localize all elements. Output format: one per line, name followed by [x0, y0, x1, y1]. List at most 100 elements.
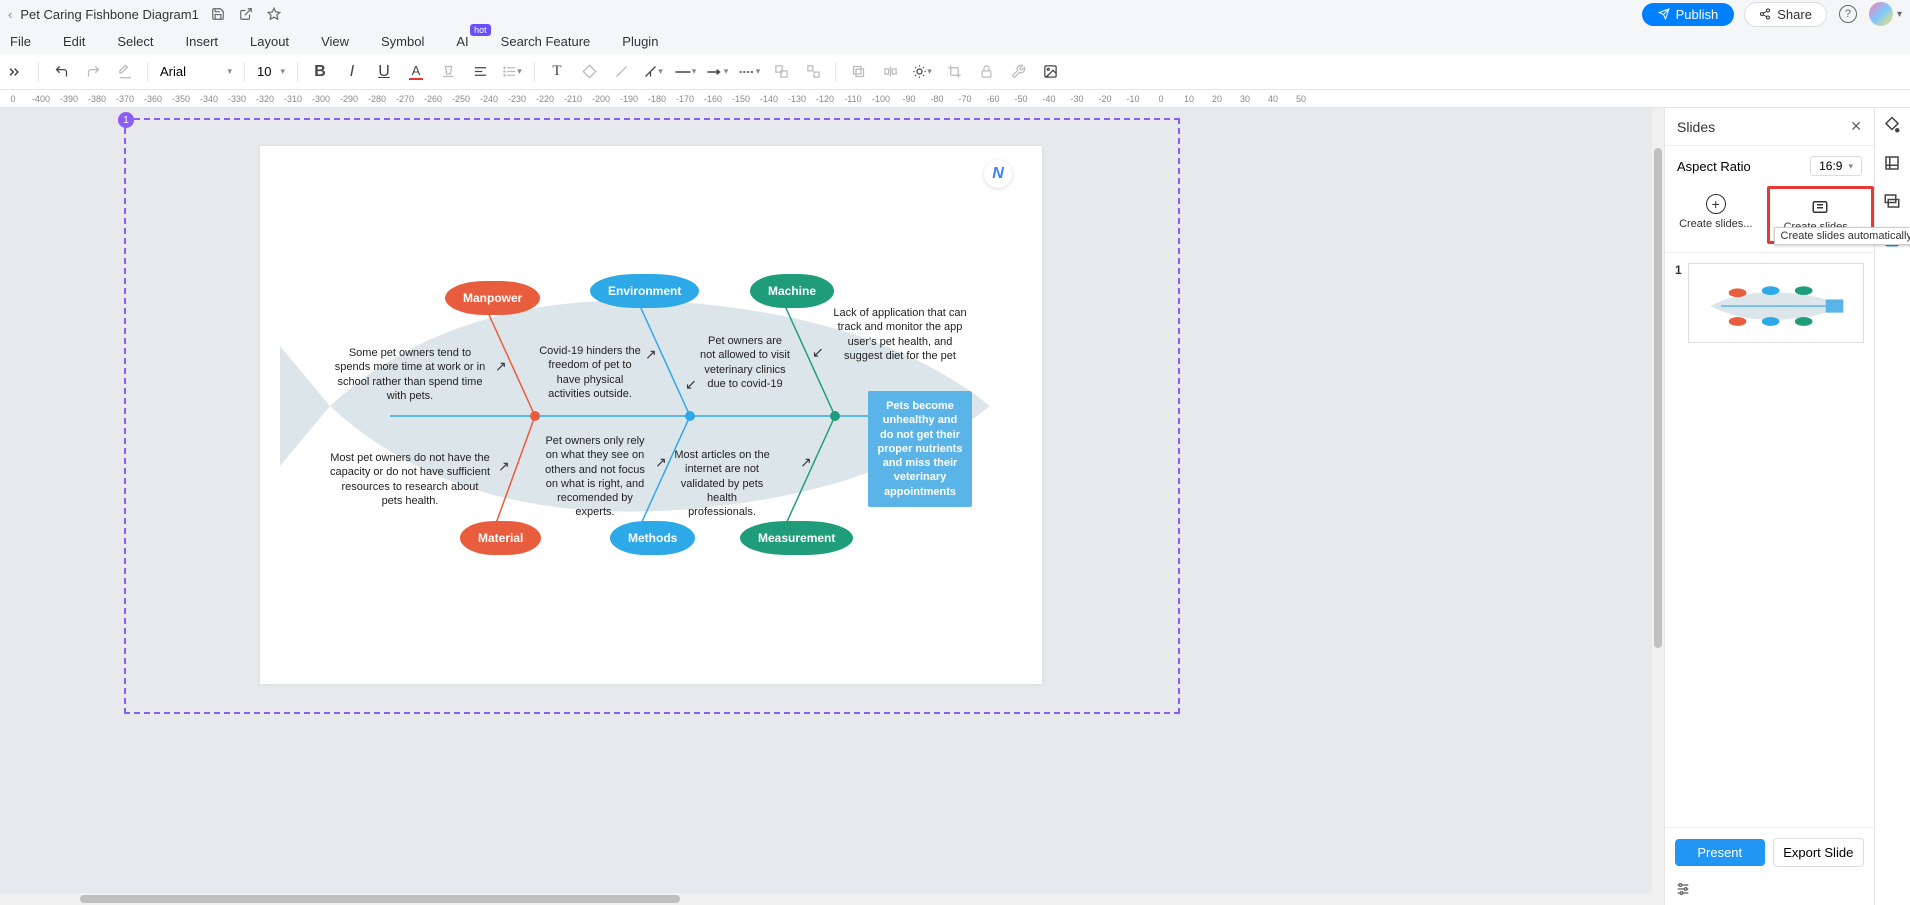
main-area: 1 N — [0, 108, 1910, 905]
menu-search[interactable]: Search Feature — [501, 34, 591, 49]
arrow-style-button[interactable]: ▾ — [703, 58, 731, 86]
avatar-chevron-icon[interactable]: ▾ — [1897, 9, 1902, 20]
text-machine-a[interactable]: Pet owners are not allowed to visit vete… — [700, 334, 790, 391]
line-dash-button[interactable]: ▾ — [735, 58, 763, 86]
font-select[interactable]: Arial▾ — [156, 62, 236, 81]
list-button[interactable]: ▾ — [498, 58, 526, 86]
undo-button[interactable] — [47, 58, 75, 86]
ruler-mark: -200 — [588, 94, 614, 104]
line-color-button[interactable] — [607, 58, 635, 86]
menu-ai[interactable]: AI hot — [456, 34, 468, 49]
save-icon[interactable] — [211, 7, 225, 21]
panel-settings-icon[interactable] — [1675, 881, 1864, 897]
present-button[interactable]: Present — [1675, 839, 1765, 866]
font-size-select[interactable]: 10▾ — [253, 62, 289, 81]
text-measurement[interactable]: Most articles on the internet are not va… — [672, 448, 772, 519]
document-title[interactable]: Pet Caring Fishbone Diagram1 — [20, 7, 198, 22]
arrange-button[interactable] — [844, 58, 872, 86]
vertical-scrollbar[interactable] — [1652, 108, 1664, 893]
open-external-icon[interactable] — [239, 7, 253, 21]
text-methods[interactable]: Pet owners only rely on what they see on… — [540, 434, 650, 520]
aspect-value: 16:9 — [1819, 159, 1842, 173]
format-painter-button[interactable] — [111, 58, 139, 86]
effects-button[interactable]: ▾ — [908, 58, 936, 86]
menu-ai-label: AI — [456, 34, 468, 49]
create-slides-template-button[interactable]: + Create slides... — [1665, 186, 1767, 244]
fill-button[interactable] — [575, 58, 603, 86]
aspect-select[interactable]: 16:9▾ — [1810, 156, 1862, 176]
ruler-mark: -280 — [364, 94, 390, 104]
selection-handle[interactable]: 1 — [118, 112, 134, 128]
export-button[interactable]: Export Slide — [1773, 838, 1865, 867]
star-icon[interactable] — [267, 7, 281, 21]
crop-tool-icon[interactable] — [1883, 154, 1903, 174]
cause-measurement[interactable]: Measurement — [740, 521, 853, 555]
underline-button[interactable]: U — [370, 58, 398, 86]
collapse-panel-icon[interactable] — [6, 64, 22, 80]
crop-button[interactable] — [940, 58, 968, 86]
menu-edit[interactable]: Edit — [63, 34, 85, 49]
ruler-mark: -160 — [700, 94, 726, 104]
ruler-mark: -110 — [840, 94, 866, 104]
ruler-mark: -340 — [196, 94, 222, 104]
text-material[interactable]: Most pet owners do not have the capacity… — [330, 451, 490, 508]
cause-manpower[interactable]: Manpower — [445, 281, 540, 315]
menu-symbol[interactable]: Symbol — [381, 34, 424, 49]
lock-button[interactable] — [972, 58, 1000, 86]
layers-tool-icon[interactable] — [1883, 192, 1903, 212]
publish-button[interactable]: Publish — [1642, 3, 1735, 26]
ruler-mark: -400 — [28, 94, 54, 104]
cause-methods[interactable]: Methods — [610, 521, 695, 555]
thumb-number: 1 — [1675, 263, 1682, 343]
ungroup-button[interactable] — [799, 58, 827, 86]
cause-machine[interactable]: Machine — [750, 274, 834, 308]
ruler-mark: -320 — [252, 94, 278, 104]
cause-material[interactable]: Material — [460, 521, 541, 555]
font-color-button[interactable]: A — [402, 58, 430, 86]
align-button[interactable] — [466, 58, 494, 86]
italic-button[interactable]: I — [338, 58, 366, 86]
text-effect-button[interactable] — [434, 58, 462, 86]
arrow-icon: ↗ — [645, 346, 657, 363]
menu-insert[interactable]: Insert — [186, 34, 219, 49]
ruler-mark: 30 — [1232, 94, 1258, 104]
close-icon[interactable]: ✕ — [1850, 118, 1862, 135]
menu-view[interactable]: View — [321, 34, 349, 49]
ruler-mark: 0 — [1148, 94, 1174, 104]
menu-layout[interactable]: Layout — [250, 34, 289, 49]
text-tool-button[interactable]: T — [543, 58, 571, 86]
cause-environment[interactable]: Environment — [590, 274, 699, 308]
group-button[interactable] — [767, 58, 795, 86]
auto-slides-icon — [1810, 197, 1830, 217]
redo-button[interactable] — [79, 58, 107, 86]
slide-page[interactable]: N — [260, 146, 1042, 684]
back-icon[interactable]: ‹ — [8, 7, 12, 22]
ruler-mark: -120 — [812, 94, 838, 104]
create-slides-auto-button[interactable]: Create slides... Create slides automatic… — [1767, 186, 1875, 244]
share-button[interactable]: Share — [1744, 2, 1827, 27]
ruler-mark: -250 — [448, 94, 474, 104]
hot-badge: hot — [470, 24, 491, 36]
distribute-button[interactable] — [876, 58, 904, 86]
avatar[interactable] — [1869, 2, 1893, 26]
effect-box[interactable]: Pets become unhealthy and do not get the… — [868, 391, 972, 507]
connector-button[interactable]: ▾ — [639, 58, 667, 86]
help-icon[interactable]: ? — [1839, 5, 1857, 23]
menu-select[interactable]: Select — [117, 34, 153, 49]
text-environment[interactable]: Covid-19 hinders the freedom of pet to h… — [535, 344, 645, 401]
slide-thumbnail[interactable]: 1 — [1675, 263, 1864, 343]
text-manpower[interactable]: Some pet owners tend to spends more time… — [330, 346, 490, 403]
menu-file[interactable]: File — [10, 34, 31, 49]
arrow-icon: ↗ — [495, 358, 507, 375]
fill-tool-icon[interactable] — [1883, 116, 1903, 136]
thumb-preview — [1688, 263, 1864, 343]
line-style-button[interactable]: ▾ — [671, 58, 699, 86]
text-machine-b[interactable]: Lack of application that can track and m… — [830, 306, 970, 363]
bold-button[interactable]: B — [306, 58, 334, 86]
canvas-area[interactable]: 1 N — [0, 108, 1664, 905]
image-button[interactable] — [1036, 58, 1064, 86]
horizontal-scrollbar[interactable] — [0, 893, 1664, 905]
menu-plugin[interactable]: Plugin — [622, 34, 658, 49]
tools-button[interactable] — [1004, 58, 1032, 86]
app-logo-icon: N — [984, 160, 1012, 188]
